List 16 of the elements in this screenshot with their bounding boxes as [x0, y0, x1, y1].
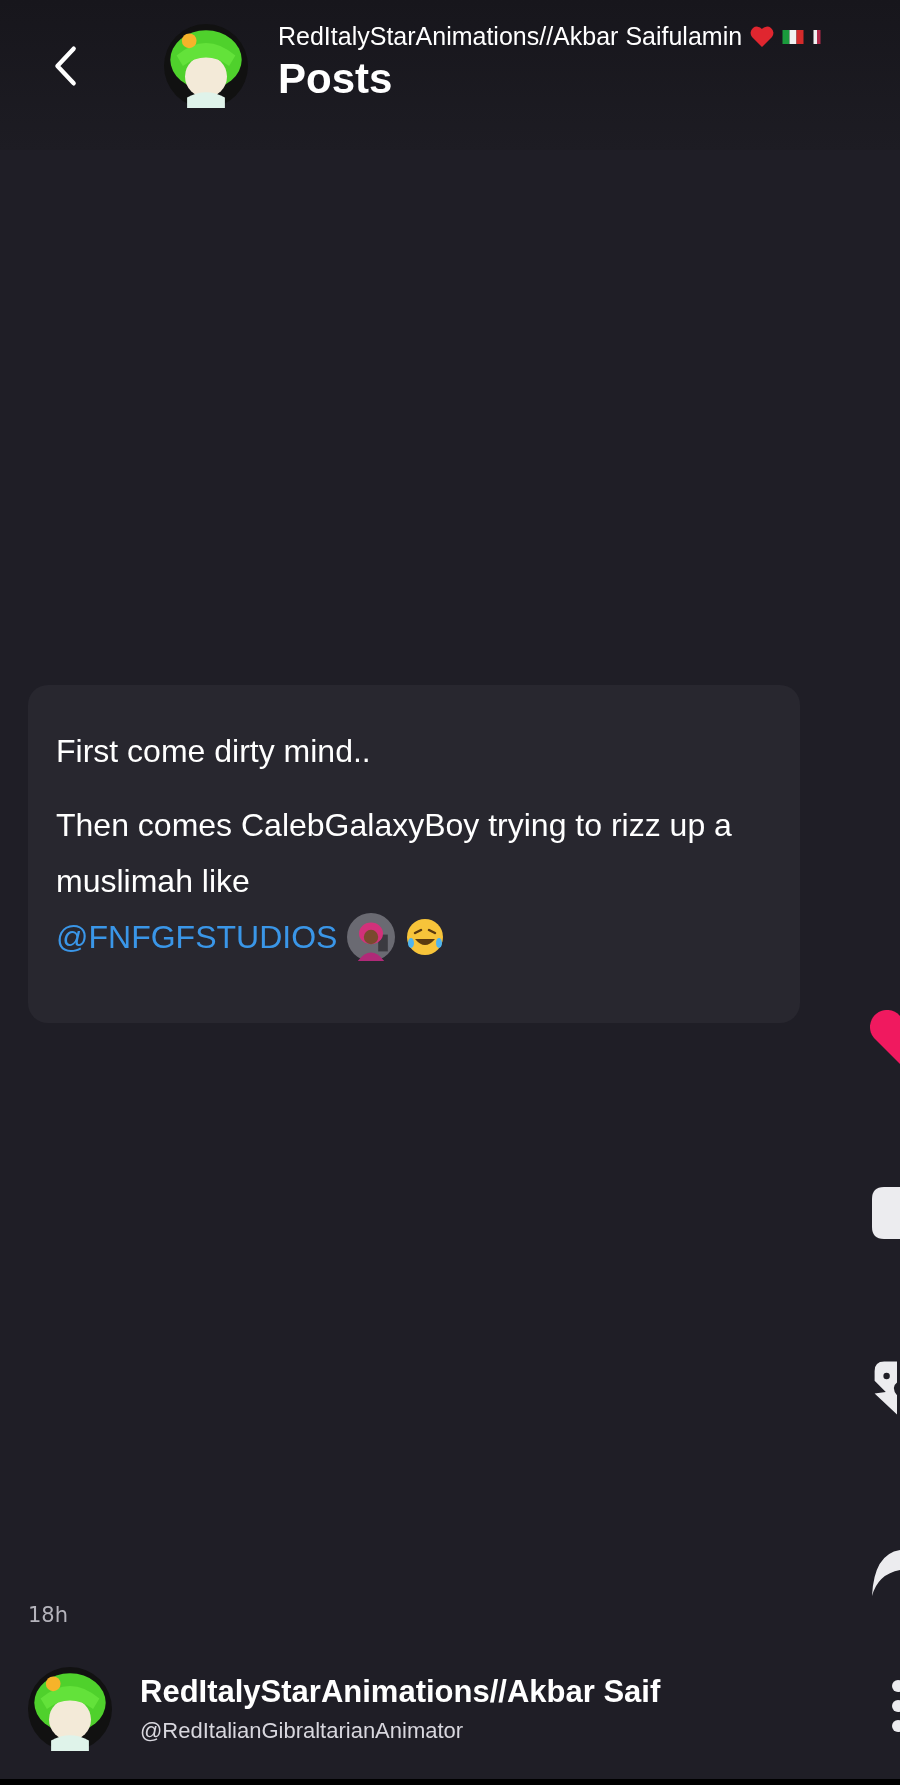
author-name: RedItalyStarAnimations//Akbar Saifulamin: [278, 22, 743, 51]
heart-icon[interactable]: [870, 1010, 900, 1066]
more-icon[interactable]: [890, 1680, 900, 1732]
post-time: 18h: [28, 1603, 70, 1627]
post-text: Then comes CalebGalaxyBoy trying to rizz up a muslimah like: [56, 806, 733, 901]
page-title: Posts: [278, 55, 394, 103]
back-icon[interactable]: [52, 44, 78, 88]
heart-icon: [750, 25, 775, 48]
mention-link[interactable]: @FNFGFSTUDIOS: [56, 909, 338, 965]
flag-icon: [782, 29, 805, 44]
author-handle: @RedItalianGibraltarianAnimator: [140, 1718, 465, 1744]
comment-icon[interactable]: [870, 1185, 900, 1241]
laughing-emoji-icon: [405, 917, 446, 957]
post-text: First come dirty mind..: [56, 732, 372, 771]
author-name[interactable]: RedItalyStarAnimations//Akbar Saif: [140, 1674, 661, 1710]
flag-icon: [812, 29, 823, 44]
